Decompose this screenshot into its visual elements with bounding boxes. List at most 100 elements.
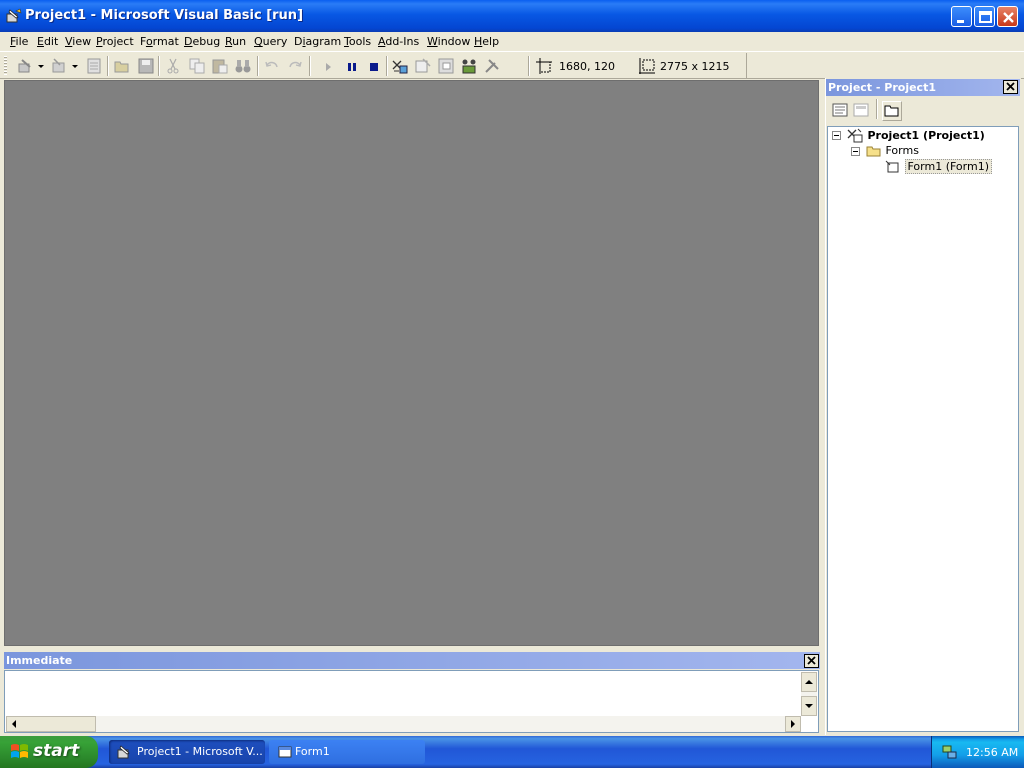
paste-button[interactable] [211,57,229,75]
scroll-down-button[interactable] [801,696,817,716]
tree-item-forms[interactable]: Forms [866,144,919,158]
forms-folder-label: Forms [885,144,919,157]
tree-item-form1[interactable]: Form1 (Form1) [885,159,992,174]
menu-bar: File Edit View Project Format Debug Run … [0,32,1024,52]
menu-window[interactable]: Window [427,35,470,48]
menu-add-ins[interactable]: Add-Ins [378,35,419,48]
maximize-button[interactable] [974,6,995,27]
standard-toolbar [0,52,1024,79]
menu-debug[interactable]: Debug [184,35,220,48]
toolbar-separator [158,56,160,76]
toolbox-button[interactable] [483,57,501,75]
collapse-project-toggle[interactable] [832,131,841,140]
close-button[interactable] [997,6,1018,27]
properties-icon [415,58,431,73]
object-browser-button[interactable] [460,57,478,75]
project-icon [847,128,863,143]
toolbar-separator [107,56,109,76]
object-browser-icon [462,59,476,74]
open-folder-icon [114,61,129,73]
minimize-button[interactable] [951,6,972,27]
immediate-title-text: Immediate [6,654,73,667]
scroll-right-button[interactable] [785,716,801,732]
view-code-button[interactable] [831,101,849,119]
redo-button[interactable] [286,57,304,75]
add-form-button[interactable] [50,57,68,75]
size-readout: 2775 x 1215 [660,60,730,73]
visual-basic-icon [117,745,130,759]
task-vb-label: Project1 - Microsoft V... [137,745,263,758]
collapse-forms-toggle[interactable] [851,147,860,156]
hscroll-thumb[interactable] [6,716,96,732]
properties-window-button[interactable] [414,57,432,75]
immediate-hscroll-track[interactable] [6,716,801,732]
close-icon [1003,12,1014,23]
start-button[interactable]: start [0,736,98,768]
menu-edit[interactable]: Edit [37,35,58,48]
forms-folder-icon [866,146,881,157]
find-button[interactable] [234,57,252,75]
add-project-dropdown[interactable] [37,57,45,75]
project-tree[interactable]: Project1 (Project1) Forms Form1 (Form1) [827,126,1019,732]
immediate-text-area[interactable] [4,670,819,733]
undo-button[interactable] [263,57,281,75]
system-tray: 12:56 AM [931,736,1024,768]
start-run-button[interactable] [320,57,338,75]
break-button[interactable] [343,57,361,75]
copy-button[interactable] [188,57,206,75]
form-window-icon [278,746,292,758]
menu-help[interactable]: Help [474,35,499,48]
close-icon [1006,82,1015,91]
view-object-button[interactable] [852,101,870,119]
network-icon [942,745,957,759]
visual-basic-icon [6,8,22,23]
form-icon [885,160,899,173]
add-form-dropdown[interactable] [71,57,79,75]
immediate-close-button[interactable] [804,654,819,668]
toolbar-grip[interactable] [4,56,7,75]
toolbar-separator [386,56,388,76]
toggle-folders-button[interactable] [882,101,902,121]
project-close-button[interactable] [1003,80,1018,94]
immediate-window-title[interactable]: Immediate [4,652,820,669]
project-explorer-button[interactable] [391,57,409,75]
folder-icon [884,105,899,117]
stop-icon [370,63,378,71]
toolbar-separator [257,56,259,76]
menu-run[interactable]: Run [225,35,246,48]
project-explorer-icon [392,60,408,74]
menu-file[interactable]: File [10,35,28,48]
cut-button[interactable] [164,57,182,75]
add-form-icon [52,58,65,73]
arrow-down-icon [805,704,813,708]
open-project-button[interactable] [113,57,131,75]
task-form1[interactable]: Form1 [269,740,425,764]
arrow-right-icon [791,720,795,728]
menu-diagram[interactable]: Diagram [294,35,341,48]
view-object-icon [853,103,869,117]
end-button[interactable] [365,57,383,75]
toolbar-separator [309,56,311,76]
mdi-workspace[interactable] [4,80,819,646]
add-project-button[interactable] [17,57,35,75]
task-vb-project[interactable]: Project1 - Microsoft V... [109,740,265,764]
form-layout-icon [438,58,454,74]
toolbox-icon [485,59,499,73]
minimize-icon [957,20,964,23]
project-explorer-title[interactable]: Project - Project1 [826,79,1020,96]
project-root-label: Project1 (Project1) [867,129,985,142]
save-project-button[interactable] [137,57,155,75]
tree-item-project1[interactable]: Project1 (Project1) [846,128,985,144]
scroll-up-button[interactable] [801,672,817,692]
menu-project[interactable]: Project [96,35,134,48]
menu-editor-button[interactable] [85,57,103,75]
menu-tools[interactable]: Tools [344,35,371,48]
form-layout-button[interactable] [437,57,455,75]
title-bar[interactable]: Project1 - Microsoft Visual Basic [run] [0,0,1024,32]
maximize-icon [979,11,992,23]
binoculars-icon [235,60,251,73]
menu-query[interactable]: Query [254,35,287,48]
menu-format[interactable]: Format [140,35,179,48]
add-project-icon [18,59,31,73]
menu-view[interactable]: View [65,35,91,48]
